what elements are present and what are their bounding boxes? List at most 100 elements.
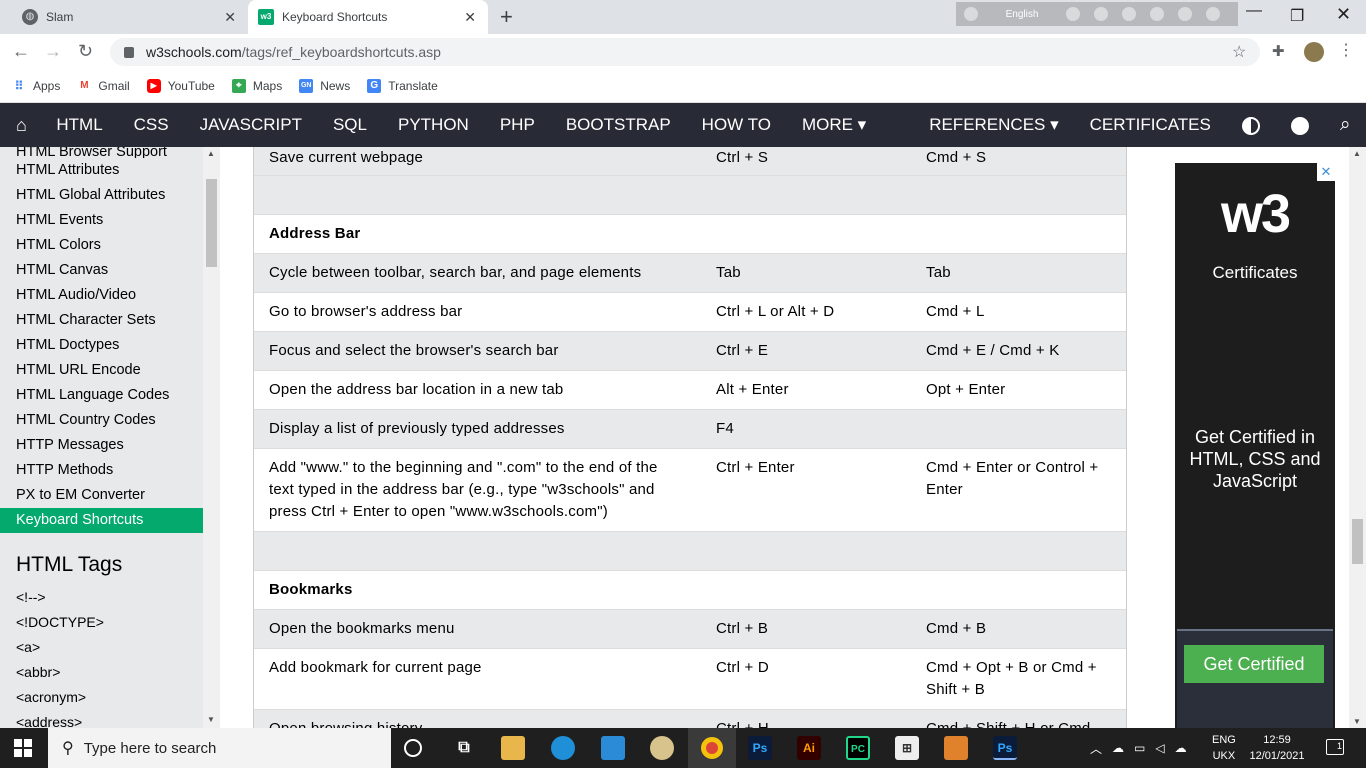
close-tab-icon[interactable]: ✕ xyxy=(464,9,476,26)
nav-how-to[interactable]: HOW TO xyxy=(686,103,786,147)
scroll-down-arrow-icon[interactable]: ▼ xyxy=(1353,717,1361,726)
chrome-taskbar-button[interactable] xyxy=(688,728,736,768)
illustrator-icon[interactable]: Ai xyxy=(797,736,821,760)
tab-keyboard-shortcuts[interactable]: w3 Keyboard Shortcuts ✕ xyxy=(248,0,488,34)
bookmark-apps[interactable]: ⠿ Apps xyxy=(12,79,61,93)
bookmark-gmail[interactable]: M Gmail xyxy=(77,79,130,93)
ime-language-bar[interactable]: English xyxy=(956,2,1238,26)
tray-chevron-icon[interactable]: ︿ xyxy=(1090,740,1102,757)
ad-close-icon[interactable]: ✕ xyxy=(1317,163,1335,181)
bookmark-maps[interactable]: ⌖ Maps xyxy=(231,79,282,93)
sidebar-link[interactable]: HTML Global Attributes xyxy=(0,183,203,208)
ime-info-icon[interactable] xyxy=(1206,7,1220,21)
back-arrow-icon[interactable]: ← xyxy=(12,41,30,62)
sidebar-link[interactable]: HTML Browser Support xyxy=(0,147,203,158)
sidebar-link[interactable]: HTML Events xyxy=(0,208,203,233)
sidebar-link[interactable]: Keyboard Shortcuts xyxy=(0,508,203,533)
search-icon[interactable]: ⌕ xyxy=(1324,103,1366,147)
paint-icon[interactable] xyxy=(650,736,674,760)
ime-help-icon[interactable] xyxy=(1178,7,1192,21)
get-certified-button[interactable]: Get Certified xyxy=(1184,645,1324,683)
task-view-icon[interactable]: ⧉ xyxy=(452,736,476,760)
globe-translate-icon[interactable] xyxy=(1275,103,1324,147)
network-icon[interactable]: ▭ xyxy=(1134,741,1145,755)
scroll-down-arrow-icon[interactable]: ▼ xyxy=(207,715,215,724)
edge-icon[interactable] xyxy=(551,736,575,760)
ime-icon[interactable] xyxy=(964,7,978,21)
home-icon[interactable]: ⌂ xyxy=(0,103,41,147)
close-window-button[interactable]: ✕ xyxy=(1336,4,1351,25)
uc-app-icon[interactable] xyxy=(944,736,968,760)
sidebar-link[interactable]: HTML Colors xyxy=(0,233,203,258)
nav-python[interactable]: PYTHON xyxy=(383,103,485,147)
sidebar-link[interactable]: PX to EM Converter xyxy=(0,483,203,508)
nav-javascript[interactable]: JAVASCRIPT xyxy=(184,103,317,147)
sidebar-tag-link[interactable]: <acronym> xyxy=(0,685,203,710)
ime-settings-icon[interactable] xyxy=(1122,7,1136,21)
nav-html[interactable]: HTML xyxy=(41,103,118,147)
input-language[interactable]: ENG UKX xyxy=(1212,732,1236,764)
ime-tool-icon[interactable] xyxy=(1094,7,1108,21)
sidebar-link[interactable]: HTTP Methods xyxy=(0,458,203,483)
sidebar-link[interactable]: HTML Character Sets xyxy=(0,308,203,333)
profile-avatar[interactable] xyxy=(1304,42,1324,62)
forward-arrow-icon[interactable]: → xyxy=(44,41,62,62)
dark-mode-toggle-icon[interactable] xyxy=(1226,103,1275,147)
sidebar-link[interactable]: HTML Language Codes xyxy=(0,383,203,408)
taskbar-search-box[interactable]: ⚲ Type here to search xyxy=(48,728,391,768)
nav-certificates[interactable]: CERTIFICATES xyxy=(1074,103,1226,147)
sidebar-tag-link[interactable]: <address> xyxy=(0,710,203,728)
sidebar-link[interactable]: HTML Audio/Video xyxy=(0,283,203,308)
sidebar-link[interactable]: HTML Attributes xyxy=(0,158,203,183)
bookmark-translate[interactable]: G Translate xyxy=(367,79,438,93)
sidebar-link[interactable]: HTML URL Encode xyxy=(0,358,203,383)
certificates-ad[interactable]: ✕ w3 Certificates Get Certified in HTML,… xyxy=(1175,163,1335,728)
ime-edge-icon[interactable] xyxy=(1150,7,1164,21)
extensions-puzzle-icon[interactable]: ✚ xyxy=(1272,42,1285,60)
file-explorer-icon[interactable] xyxy=(501,736,525,760)
taskbar-clock[interactable]: 12:59 12/01/2021 xyxy=(1248,732,1306,764)
windows-start-icon[interactable] xyxy=(14,739,32,757)
sidebar-tag-link[interactable]: <!--> xyxy=(0,585,203,610)
new-tab-button[interactable]: + xyxy=(500,4,513,30)
pycharm-icon[interactable]: PC xyxy=(846,736,870,760)
sidebar-link[interactable]: HTML Country Codes xyxy=(0,408,203,433)
sidebar-link[interactable]: HTML Doctypes xyxy=(0,333,203,358)
bookmark-youtube[interactable]: ▶ YouTube xyxy=(146,79,215,93)
photoshop-icon[interactable]: Ps xyxy=(748,736,772,760)
sidebar-tag-link[interactable]: <abbr> xyxy=(0,660,203,685)
notification-center-icon[interactable]: 1 xyxy=(1326,739,1344,755)
address-bar[interactable]: w3schools.com/tags/ref_keyboardshortcuts… xyxy=(110,38,1260,66)
nav-references[interactable]: REFERENCES ▾ xyxy=(914,103,1074,147)
sidebar-tag-link[interactable]: <!DOCTYPE> xyxy=(0,610,203,635)
ime-language[interactable]: English xyxy=(992,9,1052,20)
sidebar-tag-link[interactable]: <a> xyxy=(0,635,203,660)
page-scrollbar[interactable]: ▲ ▼ xyxy=(1349,147,1366,728)
menu-kebab-icon[interactable]: ⋮ xyxy=(1338,40,1354,60)
scroll-up-arrow-icon[interactable]: ▲ xyxy=(1353,149,1361,158)
minimize-button[interactable]: — xyxy=(1246,2,1262,20)
scrollbar-thumb[interactable] xyxy=(206,179,217,267)
onedrive-icon[interactable]: ☁ xyxy=(1112,741,1124,755)
cloud-upload-icon[interactable]: ☁ xyxy=(1175,741,1187,755)
bookmark-star-icon[interactable]: ☆ xyxy=(1232,42,1246,62)
volume-icon[interactable]: ◁ xyxy=(1155,741,1164,755)
scroll-up-arrow-icon[interactable]: ▲ xyxy=(207,149,215,158)
scrollbar-thumb[interactable] xyxy=(1352,519,1363,564)
cortana-icon[interactable] xyxy=(404,739,422,757)
close-tab-icon[interactable]: ✕ xyxy=(224,9,236,26)
ime-mode-icon[interactable] xyxy=(1066,7,1080,21)
store-icon[interactable]: ⊞ xyxy=(895,736,919,760)
tab-slam[interactable]: ◍ Slam ✕ xyxy=(8,0,248,34)
nav-sql[interactable]: SQL xyxy=(317,103,382,147)
lock-icon[interactable] xyxy=(124,46,134,58)
nav-bootstrap[interactable]: BOOTSTRAP xyxy=(550,103,686,147)
nav-more[interactable]: MORE ▾ xyxy=(786,103,881,147)
photoshop-icon[interactable]: Ps xyxy=(993,736,1017,760)
sidebar-link[interactable]: HTTP Messages xyxy=(0,433,203,458)
sidebar-link[interactable]: HTML Canvas xyxy=(0,258,203,283)
bookmark-news[interactable]: GN News xyxy=(299,79,350,93)
reload-icon[interactable]: ↻ xyxy=(78,41,93,62)
sidebar-scrollbar[interactable]: ▲ ▼ xyxy=(203,147,220,728)
restore-button[interactable]: ❐ xyxy=(1290,6,1304,26)
